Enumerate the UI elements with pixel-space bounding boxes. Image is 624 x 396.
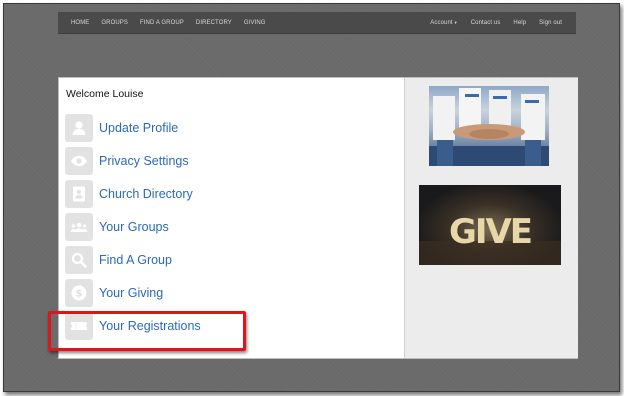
eye-icon: [65, 147, 93, 175]
nav-giving-link[interactable]: GIVING: [244, 20, 266, 26]
menu-label-privacy-settings: Privacy Settings: [99, 154, 189, 168]
nav-find-a-group-link[interactable]: FIND A GROUP: [140, 20, 184, 26]
address-book-icon: [65, 180, 93, 208]
menu-label-update-profile: Update Profile: [99, 121, 179, 135]
menu-label-church-directory: Church Directory: [99, 187, 193, 201]
nav-right-group: Account▼ Contact us Help Sign out: [417, 12, 562, 33]
page-backdrop: HOME GROUPS FIND A GROUP DIRECTORY GIVIN…: [3, 3, 620, 392]
menu-item-your-giving[interactable]: $ Your Giving: [65, 279, 163, 307]
group-icon: [65, 213, 93, 241]
menu-item-church-directory[interactable]: Church Directory: [65, 180, 193, 208]
nav-home-link[interactable]: HOME: [71, 20, 89, 26]
caret-down-icon: ▼: [453, 19, 458, 25]
welcome-heading: Welcome Louise: [66, 88, 144, 100]
nav-contact-link[interactable]: Contact us: [471, 20, 501, 26]
menu-label-your-groups: Your Groups: [99, 220, 169, 234]
give-photo-lettering: GIVE: [449, 212, 531, 252]
top-navbar: HOME GROUPS FIND A GROUP DIRECTORY GIVIN…: [58, 12, 576, 34]
menu-item-find-a-group[interactable]: Find A Group: [65, 246, 172, 274]
nav-groups-link[interactable]: GROUPS: [101, 20, 128, 26]
menu-item-your-groups[interactable]: Your Groups: [65, 213, 169, 241]
nav-signout-link[interactable]: Sign out: [539, 20, 562, 26]
registrations-highlight-box: [48, 311, 246, 351]
account-dropdown[interactable]: Account▼: [430, 20, 457, 26]
menu-item-privacy-settings[interactable]: Privacy Settings: [65, 147, 189, 175]
menu-item-update-profile[interactable]: Update Profile: [65, 114, 178, 142]
nav-left-group: HOME GROUPS FIND A GROUP DIRECTORY GIVIN…: [71, 12, 278, 33]
give-photo: GIVE: [419, 185, 561, 265]
nav-directory-link[interactable]: DIRECTORY: [196, 20, 232, 26]
menu-label-find-a-group: Find A Group: [99, 253, 172, 267]
svg-text:$: $: [76, 289, 83, 300]
user-icon: [65, 114, 93, 142]
nav-help-link[interactable]: Help: [513, 20, 526, 26]
account-label: Account: [430, 19, 453, 26]
dollar-icon: $: [65, 279, 93, 307]
menu-label-your-giving: Your Giving: [99, 286, 164, 300]
volunteer-hands-photo: [429, 86, 549, 166]
magnifier-icon: [65, 246, 93, 274]
